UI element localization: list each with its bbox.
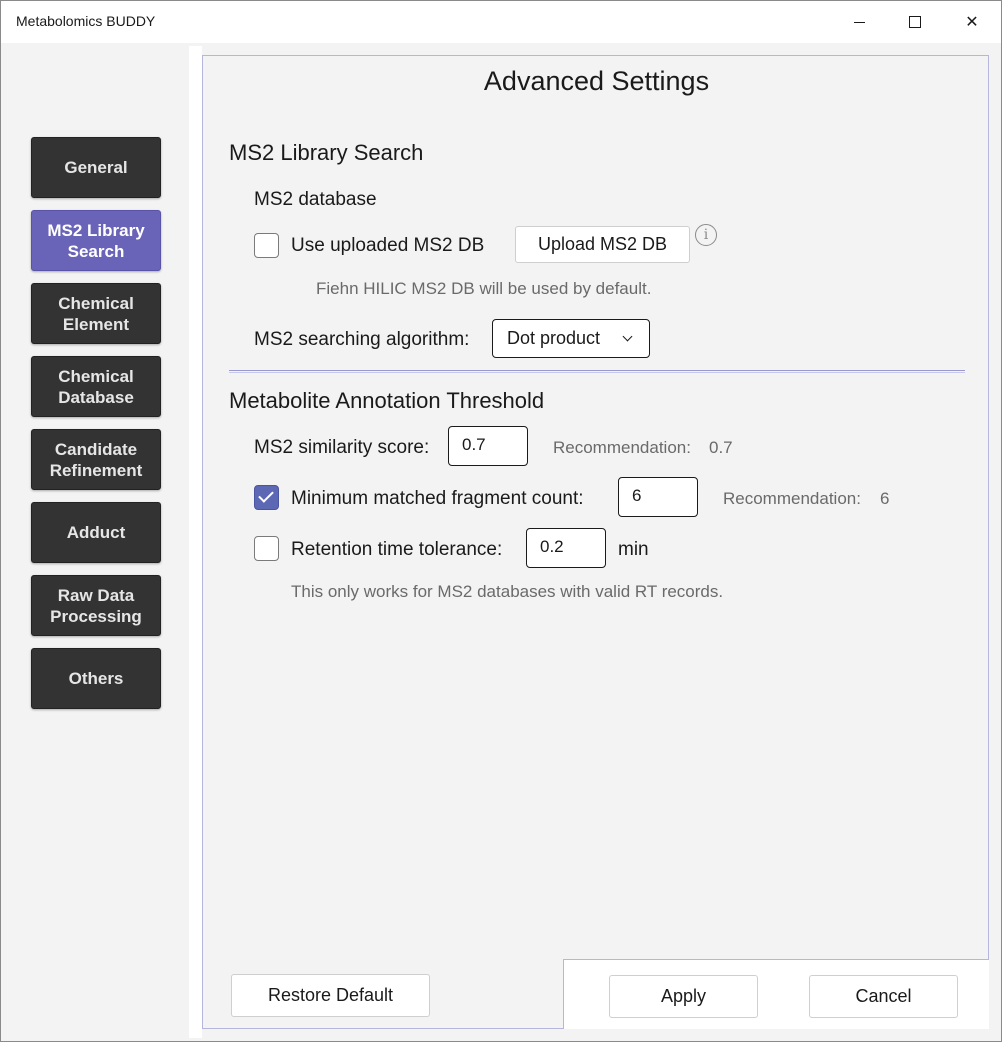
threshold-section-title: Metabolite Annotation Threshold bbox=[229, 388, 545, 413]
app-window: Metabolomics BUDDY ✕ General MS2 Library… bbox=[0, 0, 1002, 1042]
apply-button[interactable]: Apply bbox=[609, 975, 758, 1018]
cancel-button[interactable]: Cancel bbox=[809, 975, 958, 1018]
sidebar-item-others[interactable]: Others bbox=[31, 648, 161, 709]
similarity-score-label: MS2 similarity score: bbox=[254, 437, 430, 458]
default-db-note: Fiehn HILIC MS2 DB will be used by defau… bbox=[316, 279, 652, 298]
rt-note: This only works for MS2 databases with v… bbox=[291, 582, 724, 601]
rt-tolerance-input[interactable]: 0.2 bbox=[526, 528, 606, 568]
maximize-icon bbox=[909, 16, 921, 28]
algorithm-select[interactable]: Dot product bbox=[492, 319, 650, 358]
minimize-button[interactable] bbox=[831, 1, 887, 43]
algorithm-select-value: Dot product bbox=[507, 328, 601, 348]
rt-tolerance-label: Retention time tolerance: bbox=[291, 539, 503, 560]
sidebar-divider bbox=[189, 46, 202, 1038]
use-uploaded-db-label: Use uploaded MS2 DB bbox=[291, 235, 485, 256]
similarity-score-input[interactable]: 0.7 bbox=[448, 426, 528, 466]
use-uploaded-db-checkbox[interactable] bbox=[254, 233, 279, 258]
sidebar-item-ms2-library-search[interactable]: MS2 Library Search bbox=[31, 210, 161, 271]
sidebar-item-raw-data-processing[interactable]: Raw Data Processing bbox=[31, 575, 161, 636]
sidebar-item-chemical-database[interactable]: Chemical Database bbox=[31, 356, 161, 417]
close-icon: ✕ bbox=[965, 14, 979, 31]
sidebar-item-candidate-refinement[interactable]: Candidate Refinement bbox=[31, 429, 161, 490]
upload-ms2-db-button[interactable]: Upload MS2 DB bbox=[515, 226, 690, 263]
algorithm-label: MS2 searching algorithm: bbox=[254, 329, 470, 350]
min-fragment-label: Minimum matched fragment count: bbox=[291, 488, 584, 509]
minimize-icon bbox=[853, 21, 865, 23]
page-title: Advanced Settings bbox=[483, 66, 710, 96]
restore-default-button[interactable]: Restore Default bbox=[231, 974, 430, 1017]
rt-unit-label: min bbox=[618, 539, 649, 560]
settings-panel: Advanced Settings MS2 Library Search MS2… bbox=[202, 55, 989, 1029]
min-fragment-checkbox[interactable] bbox=[254, 485, 279, 510]
close-button[interactable]: ✕ bbox=[944, 1, 1000, 43]
similarity-rec-label: Recommendation: bbox=[553, 438, 691, 457]
similarity-rec-value: 0.7 bbox=[709, 438, 733, 457]
min-fragment-input[interactable]: 6 bbox=[618, 477, 698, 517]
chevron-down-icon bbox=[622, 331, 633, 342]
maximize-button[interactable] bbox=[887, 1, 943, 43]
ms2-library-section-title: MS2 Library Search bbox=[229, 140, 424, 165]
fragment-rec-value: 6 bbox=[880, 489, 890, 508]
fragment-rec-label: Recommendation: bbox=[723, 489, 861, 508]
dialog-footer: Apply Cancel bbox=[563, 959, 989, 1029]
ms2-database-label: MS2 database bbox=[254, 189, 377, 210]
window-title: Metabolomics BUDDY bbox=[16, 13, 156, 29]
sidebar-item-adduct[interactable]: Adduct bbox=[31, 502, 161, 563]
sidebar-item-chemical-element[interactable]: Chemical Element bbox=[31, 283, 161, 344]
sidebar-item-general[interactable]: General bbox=[31, 137, 161, 198]
rt-tolerance-checkbox[interactable] bbox=[254, 536, 279, 561]
title-bar: Metabolomics BUDDY ✕ bbox=[1, 1, 1001, 43]
info-icon[interactable]: i bbox=[695, 224, 717, 246]
section-divider bbox=[229, 370, 965, 373]
